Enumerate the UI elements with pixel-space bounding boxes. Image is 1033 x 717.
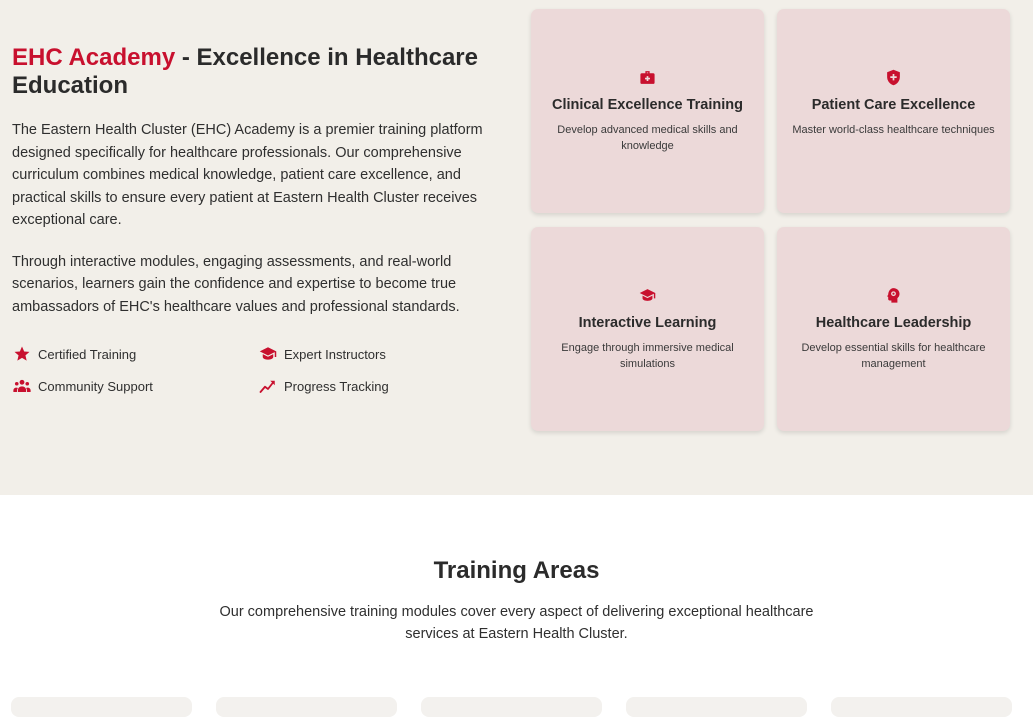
graduation-cap-icon (531, 287, 764, 305)
graduation-cap-icon (258, 344, 278, 364)
head-gear-icon (777, 287, 1010, 305)
users-icon (12, 376, 32, 396)
feature-certified-training: Certified Training (12, 344, 136, 364)
feature-label: Certified Training (38, 346, 137, 362)
feature-label: Progress Tracking (284, 378, 389, 394)
card-description: Master world-class healthcare techniques (792, 124, 995, 136)
page-title: EHC Academy - Excellence in Healthcare E… (12, 44, 502, 100)
training-card-peek[interactable] (11, 697, 192, 717)
star-icon (12, 344, 32, 364)
card-description: Develop advanced medical skills and know… (557, 124, 738, 152)
feature-expert-instructors: Expert Instructors (258, 344, 386, 364)
feature-label: Community Support (38, 378, 153, 394)
training-card-peek[interactable] (216, 697, 397, 717)
card-clinical-excellence[interactable]: Clinical Excellence Training Develop adv… (531, 9, 764, 213)
training-card-peek[interactable] (626, 697, 807, 717)
card-description: Engage through immersive medical simulat… (561, 342, 734, 370)
card-interactive-learning[interactable]: Interactive Learning Engage through imme… (531, 227, 764, 431)
intro-block: EHC Academy - Excellence in Healthcare E… (12, 44, 502, 318)
training-areas-section: Training Areas Our comprehensive trainin… (0, 495, 1033, 717)
shield-cross-icon (777, 69, 1010, 87)
card-title: Interactive Learning (578, 315, 717, 331)
card-title: Patient Care Excellence (811, 97, 976, 113)
section-subtitle: Our comprehensive training modules cover… (219, 604, 814, 642)
section-title: Training Areas (433, 557, 600, 584)
training-card-peek[interactable] (831, 697, 1012, 717)
intro-paragraph-1: The Eastern Health Cluster (EHC) Academy… (12, 122, 483, 228)
card-title: Clinical Excellence Training (552, 97, 743, 113)
feature-community-support: Community Support (12, 376, 153, 396)
card-title: Healthcare Leadership (815, 315, 972, 331)
card-healthcare-leadership[interactable]: Healthcare Leadership Develop essential … (777, 227, 1010, 431)
medical-kit-icon (531, 69, 764, 87)
intro-paragraph-2: Through interactive modules, engaging as… (12, 253, 460, 315)
feature-label: Expert Instructors (284, 346, 386, 362)
chart-line-icon (258, 376, 278, 396)
card-description: Develop essential skills for healthcare … (801, 342, 986, 370)
title-accent: EHC Academy (12, 44, 176, 71)
training-card-peek[interactable] (421, 697, 602, 717)
feature-progress-tracking: Progress Tracking (258, 376, 389, 396)
hero-section: EHC Academy - Excellence in Healthcare E… (0, 0, 1033, 495)
card-patient-care[interactable]: Patient Care Excellence Master world-cla… (777, 9, 1010, 213)
